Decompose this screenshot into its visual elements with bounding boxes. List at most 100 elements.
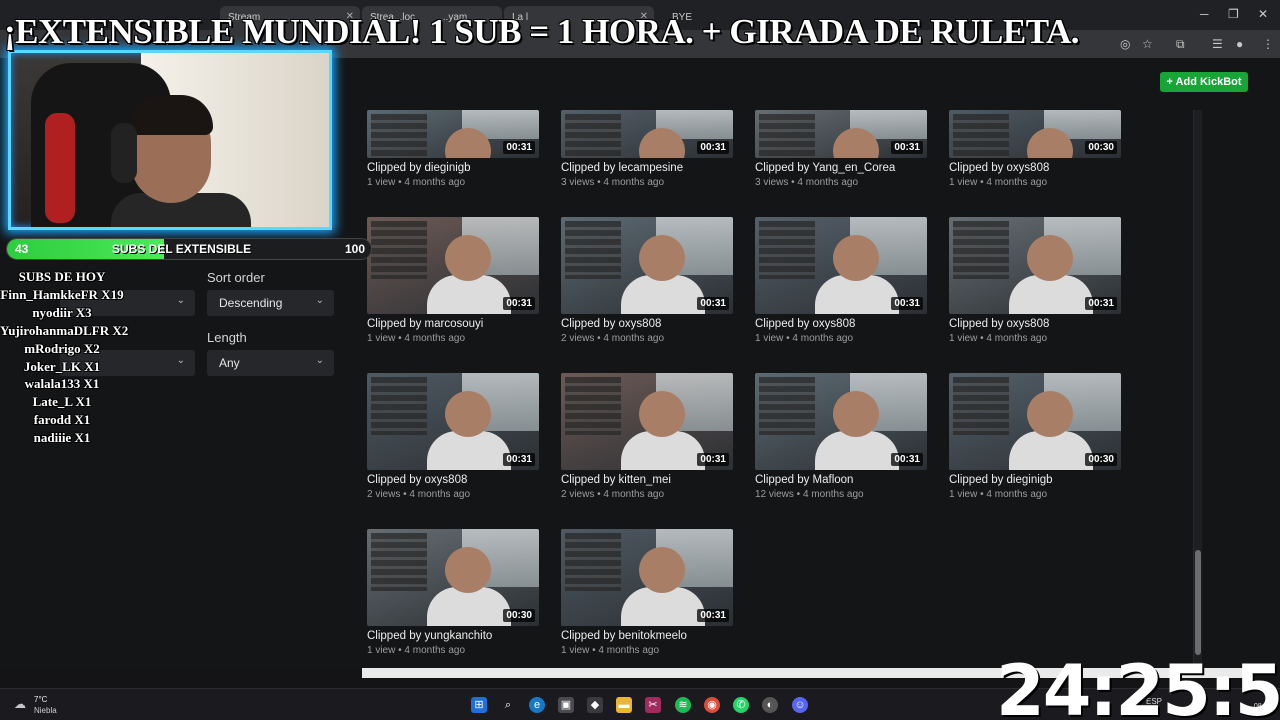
app-icon[interactable]: ◆: [587, 697, 603, 713]
screen: Stream✕ Strea...loc✕ ...yam La l✕ BYE ─ …: [0, 0, 1280, 720]
vertical-scrollbar[interactable]: [1193, 110, 1202, 668]
clip-card[interactable]: 00:31 Clipped by marcosouyi 1 view • 4 mon…: [367, 217, 557, 344]
spotify-icon[interactable]: ≋: [675, 697, 691, 713]
length-value: Any: [219, 356, 240, 370]
clip-author[interactable]: Clipped by marcosouyi: [367, 318, 557, 330]
subs-list-entry: Late_L X1: [32, 394, 92, 410]
clip-card[interactable]: 00:31 Clipped by oxys808 1 view • 4 months…: [755, 217, 945, 344]
chat-overlay: [371, 533, 427, 591]
clip-thumbnail[interactable]: 00:30: [949, 373, 1121, 470]
subs-list-entry: Finn_HamkkeFR X19: [0, 286, 124, 302]
clip-card[interactable]: 00:30 Clipped by dieginigb 1 view • 4 mont…: [949, 373, 1139, 500]
clip-card[interactable]: 00:31 Clipped by benitokmeelo 1 view • 4 m…: [561, 529, 751, 656]
clip-meta: 3 views • 4 months ago: [755, 177, 945, 188]
weather-description[interactable]: Niebla: [34, 706, 57, 715]
discord-icon[interactable]: ☺: [792, 697, 808, 713]
subs-progress-bar: 43 SUBS DEL EXTENSIBLE 100: [6, 238, 372, 260]
clip-author[interactable]: Clipped by oxys808: [755, 318, 945, 330]
start-icon[interactable]: ⊞: [471, 697, 487, 713]
clip-card[interactable]: 00:31 Clipped by Yang_en_Corea 3 views • 4…: [755, 110, 945, 188]
clip-views: 2 views: [561, 333, 595, 344]
clip-thumbnail[interactable]: 00:31: [561, 217, 733, 314]
media-icon[interactable]: ☰: [1212, 37, 1223, 51]
store-icon[interactable]: ▣: [558, 697, 574, 713]
clip-thumbnail[interactable]: 00:31: [949, 217, 1121, 314]
maximize-icon[interactable]: ❐: [1228, 7, 1239, 21]
clip-card[interactable]: 00:31 Clipped by oxys808 1 view • 4 months…: [949, 217, 1139, 344]
edge-icon[interactable]: e: [529, 697, 545, 713]
clip-card[interactable]: 00:31 Clipped by lecampesine 3 views • 4 m…: [561, 110, 751, 188]
clip-duration: 00:31: [891, 453, 923, 466]
clip-author[interactable]: Clipped by yungkanchito: [367, 630, 557, 642]
clip-thumbnail[interactable]: 00:31: [367, 373, 539, 470]
clip-thumbnail[interactable]: 00:31: [367, 110, 539, 158]
chevron-down-icon: ⌄: [315, 295, 324, 306]
clip-author[interactable]: Clipped by dieginigb: [367, 162, 557, 174]
obs-icon[interactable]: ◐: [762, 697, 778, 713]
clip-author[interactable]: Clipped by benitokmeelo: [561, 630, 751, 642]
add-kickbot-button[interactable]: + Add KickBot: [1160, 72, 1248, 92]
clip-author[interactable]: Clipped by oxys808: [949, 318, 1139, 330]
clip-views: 12 views: [755, 489, 794, 500]
close-window-icon[interactable]: ✕: [1258, 7, 1268, 21]
clip-card[interactable]: 00:31 Clipped by oxys808 2 views • 4 month…: [561, 217, 751, 344]
minimize-icon[interactable]: ─: [1200, 7, 1209, 21]
clip-thumbnail[interactable]: 00:30: [949, 110, 1121, 158]
clip-author[interactable]: Clipped by kitten_mei: [561, 474, 751, 486]
clip-meta: 12 views • 4 months ago: [755, 489, 945, 500]
profile-avatar[interactable]: ●: [1236, 37, 1243, 51]
clip-thumbnail[interactable]: 00:31: [561, 529, 733, 626]
clip-thumbnail[interactable]: 00:31: [755, 110, 927, 158]
clip-author[interactable]: Clipped by oxys808: [561, 318, 751, 330]
clip-thumbnail[interactable]: 00:30: [367, 529, 539, 626]
webcam-overlay: [8, 50, 332, 230]
clip-views: 1 view: [949, 333, 978, 344]
clip-duration: 00:30: [503, 609, 535, 622]
search-icon[interactable]: ⌕: [500, 697, 516, 713]
person-head: [639, 391, 685, 437]
sort-order-select[interactable]: Descending ⌄: [207, 290, 334, 316]
clip-author[interactable]: Clipped by Mafloon: [755, 474, 945, 486]
clip-thumbnail[interactable]: 00:31: [755, 217, 927, 314]
clip-thumbnail[interactable]: 00:31: [755, 373, 927, 470]
chrome-icon[interactable]: ◉: [704, 697, 720, 713]
clip-thumbnail[interactable]: 00:31: [367, 217, 539, 314]
more-menu-icon[interactable]: ⋮: [1262, 37, 1274, 51]
extensions-icon[interactable]: ⧉: [1176, 37, 1185, 52]
chat-overlay: [953, 114, 1009, 158]
clip-card[interactable]: 00:30 Clipped by yungkanchito 1 view • 4 m…: [367, 529, 557, 656]
clip-card[interactable]: 00:31 Clipped by kitten_mei 2 views • 4 mo…: [561, 373, 751, 500]
clip-duration: 00:31: [1085, 297, 1117, 310]
star-icon[interactable]: ☆: [1142, 37, 1153, 51]
clip-meta: 1 view • 4 months ago: [367, 645, 557, 656]
subs-list-title: SUBS DE HOY: [18, 269, 106, 284]
clip-thumbnail[interactable]: 00:31: [561, 110, 733, 158]
clip-meta: 1 view • 4 months ago: [949, 177, 1139, 188]
clip-author[interactable]: Clipped by oxys808: [949, 162, 1139, 174]
person-head: [445, 235, 491, 281]
whatsapp-icon[interactable]: ✆: [733, 697, 749, 713]
clip-author[interactable]: Clipped by oxys808: [367, 474, 557, 486]
folder-icon[interactable]: ▬: [616, 697, 632, 713]
clip-card[interactable]: 00:30 Clipped by oxys808 1 view • 4 months…: [949, 110, 1139, 188]
weather-temperature[interactable]: 7°C: [34, 695, 47, 704]
clip-card[interactable]: 00:31 Clipped by oxys808 2 views • 4 month…: [367, 373, 557, 500]
clip-thumbnail[interactable]: 00:31: [561, 373, 733, 470]
clip-card[interactable]: 00:31 Clipped by Mafloon 12 views • 4 mont…: [755, 373, 945, 500]
chat-overlay: [953, 221, 1009, 279]
clip-duration: 00:31: [697, 609, 729, 622]
clip-author[interactable]: Clipped by lecampesine: [561, 162, 751, 174]
clip-card[interactable]: 00:31 Clipped by dieginigb 1 view • 4 mont…: [367, 110, 557, 188]
clip-author[interactable]: Clipped by Yang_en_Corea: [755, 162, 945, 174]
clip-age: 4 months ago: [404, 177, 466, 188]
clip-age: 4 months ago: [986, 333, 1048, 344]
length-select[interactable]: Any ⌄: [207, 350, 334, 376]
eye-off-icon[interactable]: ◎: [1120, 37, 1130, 51]
clip-duration: 00:31: [503, 141, 535, 154]
clip-author[interactable]: Clipped by dieginigb: [949, 474, 1139, 486]
snipping-icon[interactable]: ✂: [645, 697, 661, 713]
clip-meta: 1 view • 4 months ago: [949, 489, 1139, 500]
chat-overlay: [759, 377, 815, 435]
scrollbar-thumb[interactable]: [1195, 550, 1201, 655]
weather-icon[interactable]: ☁: [14, 697, 26, 711]
